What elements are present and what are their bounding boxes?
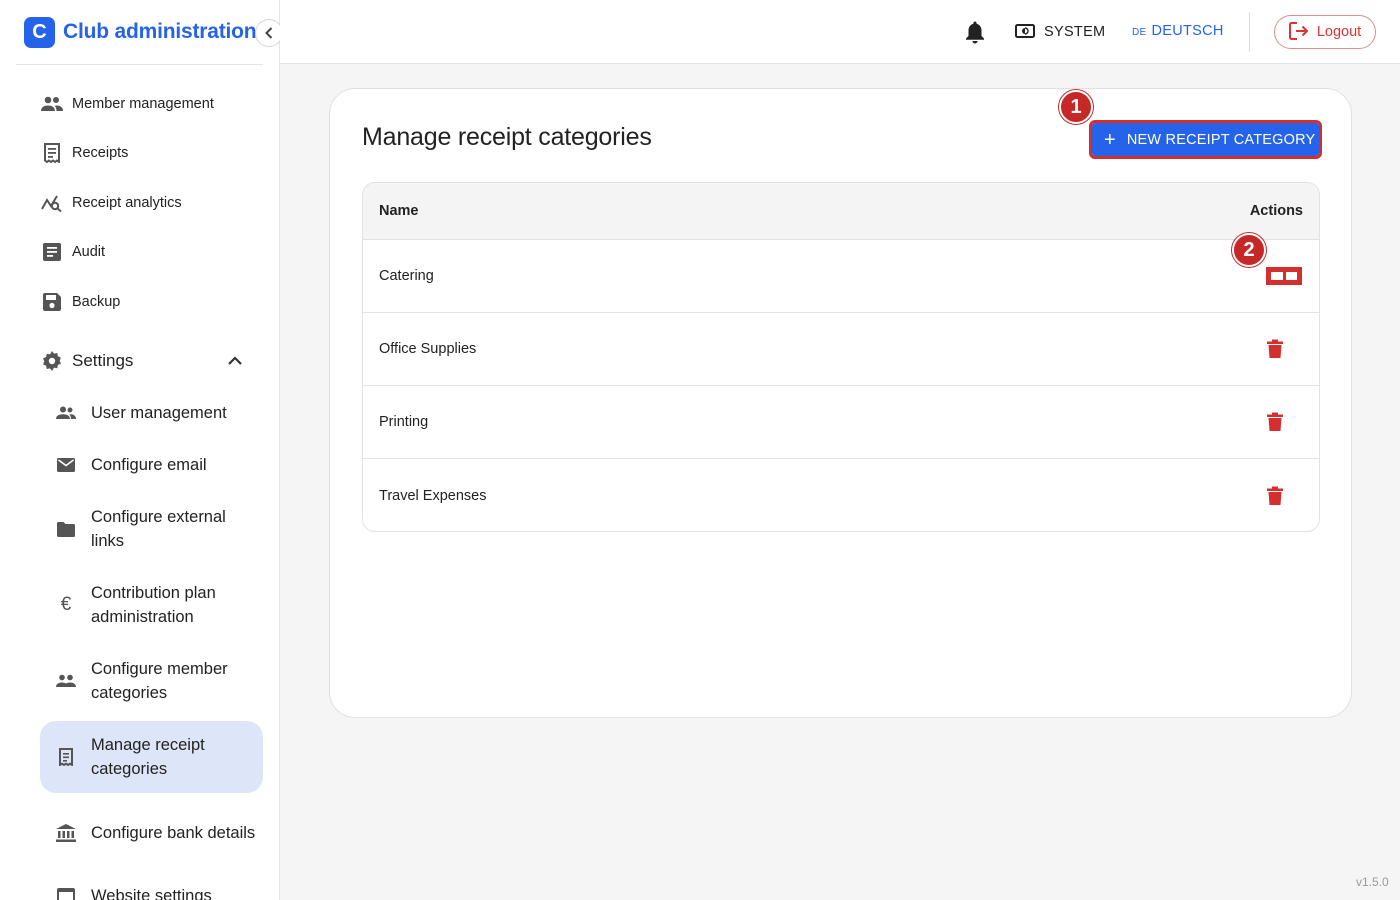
web-icon — [54, 884, 78, 900]
sidebar-item-user-management[interactable]: User management — [40, 389, 263, 437]
column-header-name: Name — [379, 203, 419, 219]
brand[interactable]: C Club administration — [0, 0, 279, 64]
sub-item-label: Manage receipt categories — [91, 736, 205, 778]
users-icon — [54, 401, 78, 425]
category-name: Printing — [379, 414, 429, 430]
system-label: SYSTEM — [1044, 24, 1106, 40]
sidebar-item-receipts[interactable]: Receipts — [0, 129, 279, 179]
annotation-badge-2: 2 — [1232, 233, 1266, 267]
sub-item-label: Configure bank details — [91, 824, 256, 842]
sub-item-label: Configure member categories — [91, 660, 228, 702]
categories-table: Name Actions Catering Office Supplies Pr… — [362, 182, 1320, 532]
table-row: Travel Expenses — [363, 459, 1319, 531]
sidebar-item-label: Receipts — [72, 145, 129, 162]
language-switch[interactable]: DE DEUTSCH — [1132, 23, 1224, 39]
audit-icon — [40, 240, 64, 264]
category-name: Catering — [379, 268, 434, 284]
language-label: DEUTSCH — [1151, 23, 1224, 39]
sidebar-collapse-button[interactable] — [255, 19, 283, 47]
table-row: Office Supplies — [363, 313, 1319, 386]
analytics-icon — [40, 191, 64, 215]
top-header: SYSTEM DE DEUTSCH Logout — [280, 0, 1400, 64]
mail-icon — [54, 453, 78, 477]
settings-label: Settings — [72, 351, 134, 370]
sidebar-item-configure-external-links[interactable]: Configure external links — [40, 493, 263, 565]
sidebar-item-website-settings[interactable]: Website settings — [40, 881, 263, 900]
sidebar-item-configure-member-categories[interactable]: Configure member categories — [40, 645, 263, 717]
sidebar: C Club administration Member management … — [0, 0, 280, 900]
table-header: Name Actions — [363, 183, 1319, 240]
sidebar-item-label: Member management — [72, 95, 214, 112]
sidebar-divider — [16, 64, 263, 65]
sub-item-label: Website settings — [91, 887, 212, 900]
display-icon — [1014, 22, 1036, 42]
app-version: v1.5.0 — [1356, 875, 1389, 889]
sidebar-item-configure-email[interactable]: Configure email — [40, 441, 263, 489]
plus-icon: + — [1104, 128, 1116, 151]
receipt-categories-card: Manage receipt categories + NEW RECEIPT … — [329, 88, 1352, 718]
table-row: Catering — [363, 240, 1319, 313]
logout-label: Logout — [1316, 24, 1362, 40]
sidebar-nav: Member management Receipts Receipt analy… — [0, 79, 279, 327]
header-divider — [1249, 12, 1250, 52]
logout-icon — [1288, 22, 1309, 42]
sidebar-item-configure-bank-details[interactable]: Configure bank details — [40, 797, 263, 869]
bank-icon — [54, 821, 78, 845]
language-flag: DE — [1132, 27, 1147, 38]
theme-system-toggle[interactable]: SYSTEM — [1014, 22, 1105, 42]
sidebar-item-settings[interactable]: Settings — [0, 336, 279, 386]
annotation-badge-1: 1 — [1059, 90, 1093, 124]
trash-icon[interactable] — [1266, 486, 1284, 506]
app-logo: C — [24, 16, 55, 48]
trash-icon[interactable] — [1266, 412, 1284, 432]
sidebar-item-audit[interactable]: Audit — [0, 228, 279, 278]
sidebar-item-receipt-analytics[interactable]: Receipt analytics — [0, 178, 279, 228]
group-icon — [54, 669, 78, 693]
sidebar-item-backup[interactable]: Backup — [0, 277, 279, 327]
notifications-bell-icon[interactable] — [964, 20, 986, 44]
category-name: Travel Expenses — [379, 487, 487, 504]
trash-icon[interactable] — [1266, 339, 1284, 359]
sidebar-item-contribution-plan[interactable]: € Contribution plan administration — [40, 569, 263, 641]
app-title: Club administration — [63, 20, 257, 43]
new-receipt-category-button[interactable]: + NEW RECEIPT CATEGORY — [1089, 120, 1322, 159]
column-header-actions: Actions — [1249, 203, 1303, 219]
sidebar-item-label: Audit — [72, 244, 106, 261]
folder-icon — [54, 517, 78, 541]
page-title: Manage receipt categories — [362, 123, 652, 151]
sub-item-label: Configure external links — [91, 508, 226, 550]
gear-icon — [40, 349, 64, 373]
sub-item-label: Contribution plan administration — [91, 584, 216, 626]
sidebar-item-manage-receipt-categories[interactable]: Manage receipt categories — [40, 721, 263, 793]
sidebar-item-label: Backup — [72, 293, 121, 310]
logout-button[interactable]: Logout — [1274, 15, 1376, 49]
sidebar-item-member-management[interactable]: Member management — [0, 79, 279, 129]
save-icon — [40, 290, 64, 314]
receipt-icon — [40, 141, 64, 165]
category-name: Office Supplies — [379, 341, 477, 357]
table-row: Printing — [363, 386, 1319, 459]
sub-item-label: User management — [91, 404, 227, 422]
delete-button[interactable] — [1266, 267, 1302, 285]
people-icon — [40, 92, 64, 116]
sidebar-item-label: Receipt analytics — [72, 194, 182, 211]
euro-icon: € — [60, 594, 72, 615]
new-button-label: NEW RECEIPT CATEGORY — [1126, 131, 1316, 148]
chevron-up-icon[interactable] — [226, 351, 244, 369]
chevron-left-icon — [265, 27, 273, 39]
receipt-icon — [54, 745, 78, 769]
sub-item-label: Configure email — [91, 456, 207, 474]
